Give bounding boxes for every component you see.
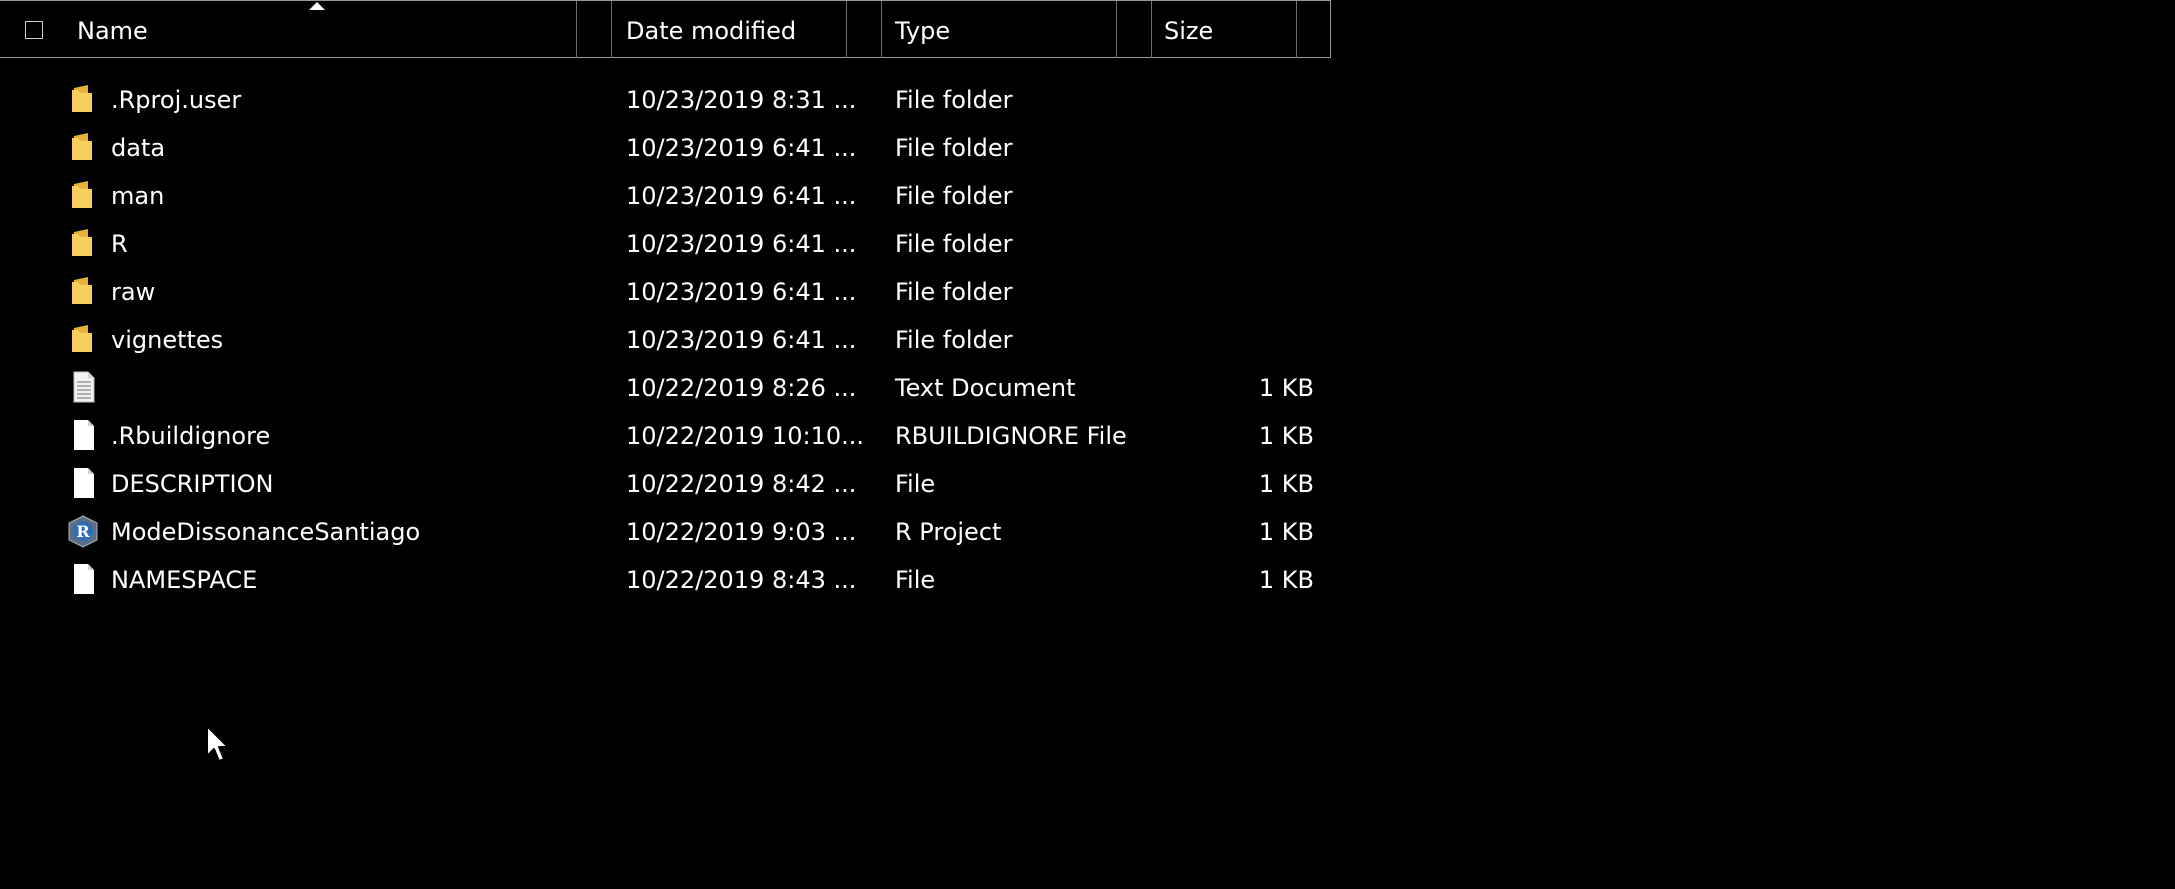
file-type: File folder — [895, 134, 1013, 162]
file-type: File folder — [895, 230, 1013, 258]
file-size — [1200, 270, 1314, 318]
column-header-date-label: Date modified — [626, 17, 797, 45]
file-date-modified: 10/22/2019 8:43 ... — [626, 566, 857, 594]
svg-text:R: R — [76, 522, 90, 541]
file-date-modified: 10/22/2019 9:03 ... — [626, 518, 857, 546]
file-type: File folder — [895, 182, 1013, 210]
column-divider[interactable] — [1151, 1, 1152, 58]
column-header-size-label: Size — [1164, 17, 1214, 45]
file-date-modified: 10/23/2019 6:41 ... — [626, 278, 857, 306]
folder-icon — [66, 178, 100, 212]
file-type: RBUILDIGNORE File — [895, 422, 1127, 450]
file-name: .Rbuildignore — [111, 422, 271, 450]
file-name: vignettes — [111, 326, 224, 354]
select-all-checkbox[interactable] — [25, 21, 43, 39]
file-date-modified: 10/22/2019 8:26 ... — [626, 374, 857, 402]
file-size: 1 KB — [1258, 566, 1314, 594]
file-name: DESCRIPTION — [111, 470, 274, 498]
file-name: .Rproj.user — [111, 86, 242, 114]
file-type: File folder — [895, 278, 1013, 306]
blank-file-icon — [66, 418, 100, 452]
folder-icon — [66, 322, 100, 356]
column-header-name[interactable]: Name — [77, 1, 577, 58]
file-type: File — [895, 566, 936, 594]
folder-icon — [66, 274, 100, 308]
file-name: raw — [111, 278, 156, 306]
file-row[interactable]: R 10/23/2019 6:41 ... File folder — [0, 222, 1331, 270]
file-row[interactable]: .Rbuildignore 10/22/2019 10:10... RBUILDIG… — [0, 414, 1331, 462]
column-header-type-label: Type — [895, 17, 951, 45]
file-size — [1200, 174, 1314, 222]
file-row[interactable]: raw 10/23/2019 6:41 ... File folder — [0, 270, 1331, 318]
file-row[interactable]: DESCRIPTION 10/22/2019 8:42 ... File 1 KB — [0, 462, 1331, 510]
file-row[interactable]: 10/22/2019 8:26 ... Text Document 1 KB — [0, 366, 1331, 414]
folder-icon — [66, 226, 100, 260]
folder-icon — [66, 82, 100, 116]
file-date-modified: 10/23/2019 6:41 ... — [626, 134, 857, 162]
file-name: NAMESPACE — [111, 566, 258, 594]
file-name: man — [111, 182, 165, 210]
file-row[interactable]: man 10/23/2019 6:41 ... File folder — [0, 174, 1331, 222]
column-divider[interactable] — [1116, 1, 1117, 58]
column-header-name-label: Name — [77, 17, 148, 45]
column-divider[interactable] — [846, 1, 847, 58]
file-date-modified: 10/23/2019 8:31 ... — [626, 86, 857, 114]
blank-file-icon — [66, 466, 100, 500]
file-size — [1200, 78, 1314, 126]
blank-file-icon — [66, 562, 100, 596]
column-header-type[interactable]: Type — [895, 1, 1115, 58]
column-header-date-modified[interactable]: Date modified — [626, 1, 846, 58]
column-divider[interactable] — [576, 1, 577, 58]
file-date-modified: 10/23/2019 6:41 ... — [626, 326, 857, 354]
file-date-modified: 10/22/2019 8:42 ... — [626, 470, 857, 498]
file-size: 1 KB — [1258, 470, 1314, 498]
file-size — [1200, 318, 1314, 366]
file-date-modified: 10/23/2019 6:41 ... — [626, 230, 857, 258]
file-name: data — [111, 134, 166, 162]
file-date-modified: 10/22/2019 10:10... — [626, 422, 865, 450]
file-date-modified: 10/23/2019 6:41 ... — [626, 182, 857, 210]
column-header-size[interactable]: Size — [1164, 1, 1294, 58]
column-header-bar: Name Date modified Type Size — [0, 0, 1331, 58]
file-type: File folder — [895, 86, 1013, 114]
file-row[interactable]: NAMESPACE 10/22/2019 8:43 ... File 1 KB — [0, 558, 1331, 606]
column-divider[interactable] — [1296, 1, 1297, 58]
file-type: Text Document — [895, 374, 1076, 402]
file-size: 1 KB — [1258, 422, 1314, 450]
file-list: .Rproj.user 10/23/2019 8:31 ... File folde… — [0, 78, 1331, 606]
file-name: R — [111, 230, 128, 258]
file-size — [1200, 222, 1314, 270]
file-name: ModeDissonanceSantiago — [111, 518, 421, 546]
folder-icon — [66, 130, 100, 164]
file-row[interactable]: data 10/23/2019 6:41 ... File folder — [0, 126, 1331, 174]
file-row[interactable]: vignettes 10/23/2019 6:41 ... File folder — [0, 318, 1331, 366]
file-row[interactable]: R ModeDissonanceSantiago 10/22/2019 9:03 .… — [0, 510, 1331, 558]
file-type: File — [895, 470, 936, 498]
file-size — [1200, 126, 1314, 174]
column-divider[interactable] — [611, 1, 612, 58]
file-row[interactable]: .Rproj.user 10/23/2019 8:31 ... File folde… — [0, 78, 1331, 126]
r-project-icon: R — [66, 514, 100, 548]
file-type: R Project — [895, 518, 1002, 546]
text-document-icon — [66, 370, 100, 404]
file-size: 1 KB — [1258, 518, 1314, 546]
column-divider — [1330, 1, 1331, 58]
file-type: File folder — [895, 326, 1013, 354]
mouse-cursor-icon — [206, 725, 229, 762]
column-divider[interactable] — [881, 1, 882, 58]
file-size: 1 KB — [1258, 374, 1314, 402]
